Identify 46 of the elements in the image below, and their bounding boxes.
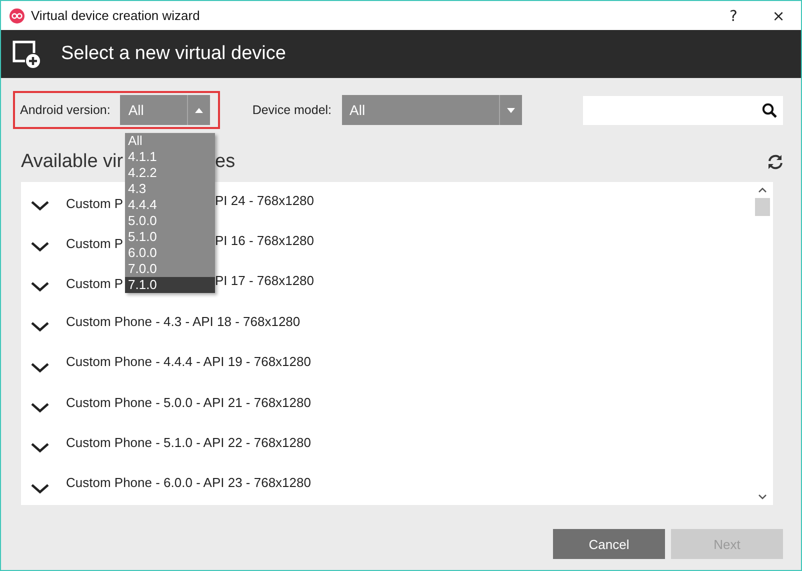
device-name[interactable]: PI 17 - 768x1280 <box>215 273 314 288</box>
device-name[interactable]: Custom P <box>66 196 124 211</box>
search-icon <box>762 102 777 118</box>
device-name[interactable]: Custom Phone - 4.4.4 - API 19 - 768x1280 <box>66 354 311 370</box>
device-name[interactable]: PI 16 - 768x1280 <box>215 233 314 248</box>
scroll-down-icon <box>758 494 767 500</box>
chevron-down-icon <box>31 484 49 494</box>
dropdown-option[interactable]: 4.1.1 <box>125 149 215 165</box>
device-name[interactable]: Custom Phone - 5.1.0 - API 22 - 768x1280 <box>66 434 311 450</box>
device-name[interactable]: Custom P <box>66 236 124 252</box>
dropdown-option[interactable]: 4.2.2 <box>125 165 215 181</box>
scroll-thumb[interactable] <box>755 198 770 216</box>
device-name[interactable]: Custom Phone - 5.0.0 - API 21 - 768x1280 <box>66 394 311 410</box>
device-name[interactable]: Custom P <box>66 276 124 292</box>
chevron-down-icon <box>31 403 49 414</box>
window-title: Virtual device creation wizard <box>31 8 200 23</box>
device-name[interactable]: Custom Phone - 4.3 - API 18 - 768x1280 <box>66 314 300 329</box>
app-logo-icon <box>9 8 25 24</box>
chevron-down-icon <box>31 362 49 373</box>
dropdown-option[interactable]: 4.3 <box>125 181 215 197</box>
dropdown-option[interactable]: 5.1.0 <box>125 229 215 245</box>
filter-label: Device model: <box>252 103 332 117</box>
device-name[interactable]: PI 24 - 768x1280 <box>215 192 314 208</box>
dropdown-option[interactable]: 6.0.0 <box>125 245 215 261</box>
dropdown-option[interactable]: All <box>125 133 215 149</box>
chevron-down-icon <box>31 322 49 332</box>
dropdown-option[interactable]: 5.0.0 <box>125 213 215 229</box>
dropdown-option[interactable]: 7.0.0 <box>125 261 215 277</box>
header-title: Select a new virtual device <box>61 43 286 65</box>
chevron-down-icon <box>31 282 49 292</box>
cancel-button[interactable]: Cancel <box>553 529 665 559</box>
caret-down-icon <box>506 108 515 112</box>
refresh-icon <box>767 154 783 170</box>
caret-up-icon <box>195 108 204 112</box>
chevron-down-icon <box>31 201 49 212</box>
dropdown-option[interactable]: 4.4.4 <box>125 197 215 213</box>
search-field[interactable] <box>583 96 783 124</box>
dropdown-option[interactable]: 7.1.0 <box>125 277 215 293</box>
filter-label: Android version: <box>20 103 110 117</box>
chevron-down-icon <box>31 242 49 252</box>
scroll-up-icon <box>758 187 767 193</box>
add-device-icon <box>11 39 41 69</box>
section-title: Available vir <box>21 151 124 172</box>
device-name[interactable]: Custom Phone - 6.0.0 - API 23 - 768x1280 <box>66 475 311 490</box>
chevron-down-icon <box>31 443 49 454</box>
section-title: es <box>215 151 236 173</box>
